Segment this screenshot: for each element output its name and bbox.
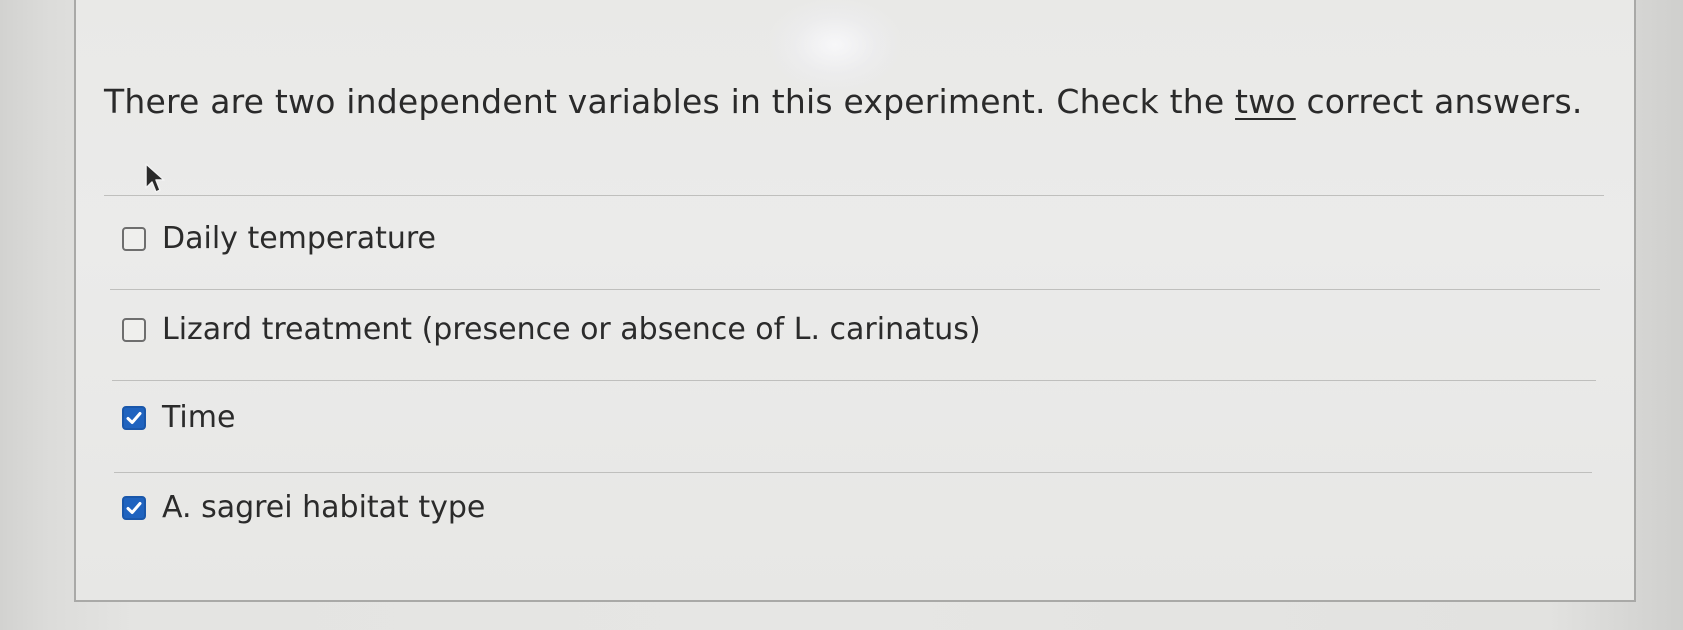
answer-label: Time — [162, 400, 236, 435]
checkbox-checked[interactable] — [122, 495, 146, 520]
checkbox[interactable] — [122, 317, 146, 342]
checkmark-icon — [126, 501, 142, 514]
answer-option[interactable]: Lizard treatment (presence or absence of… — [122, 312, 981, 347]
divider — [114, 472, 1592, 473]
question-text-start: There are two independent variables in t… — [104, 82, 1236, 121]
answer-option[interactable]: Daily temperature — [122, 221, 436, 256]
checkbox[interactable] — [122, 226, 146, 251]
question-emphasis: two — [1235, 82, 1296, 121]
divider — [104, 195, 1604, 196]
answer-option[interactable]: A. sagrei habitat type — [122, 490, 485, 525]
divider — [110, 289, 1600, 290]
answer-label: A. sagrei habitat type — [162, 490, 486, 525]
checkbox-checked[interactable] — [122, 405, 146, 430]
mouse-pointer-icon — [145, 163, 165, 193]
answer-option[interactable]: Time — [122, 400, 235, 435]
checkmark-icon — [126, 411, 142, 424]
question-text-end: correct answers. — [1295, 82, 1583, 121]
question-prompt: There are two independent variables in t… — [104, 82, 1583, 121]
answer-label: Lizard treatment (presence or absence of… — [162, 312, 981, 347]
answer-label: Daily temperature — [162, 221, 437, 256]
divider — [112, 380, 1596, 381]
